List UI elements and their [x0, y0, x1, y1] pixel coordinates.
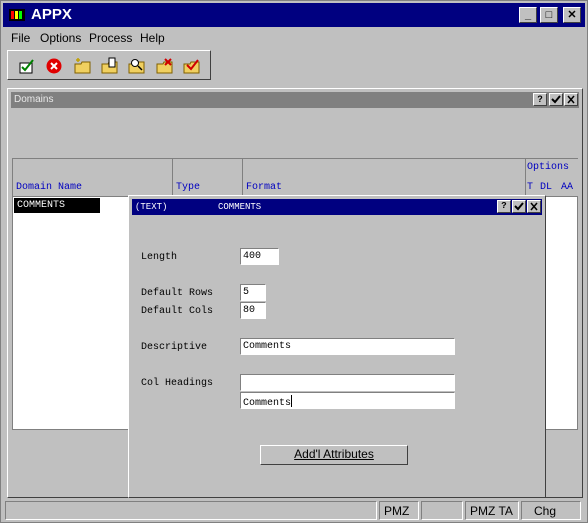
dialog-title-bar: (TEXT) COMMENTS ? — [132, 199, 542, 215]
folder-copy-icon[interactable] — [183, 57, 201, 75]
menu-help[interactable]: Help — [140, 31, 165, 45]
toolbar — [7, 50, 211, 80]
col-heading-field-1[interactable] — [240, 374, 455, 391]
text-domain-dialog: (TEXT) COMMENTS ? Length 400 Default Row… — [128, 195, 546, 498]
check-icon — [551, 95, 561, 104]
domains-ok-button[interactable] — [549, 93, 563, 106]
dialog-ok-button[interactable] — [512, 200, 526, 213]
text-cursor — [291, 395, 293, 407]
check-icon — [514, 202, 524, 211]
menu-bar: File Options Process Help — [3, 28, 585, 47]
close-button[interactable]: ✕ — [563, 7, 581, 23]
default-rows-field[interactable]: 5 — [240, 284, 266, 301]
col-heading-field-2-text: Comments — [243, 398, 292, 409]
col-format[interactable]: Format — [243, 158, 526, 196]
domains-title: Domains — [14, 94, 54, 105]
descriptive-field[interactable]: Comments — [240, 338, 455, 355]
folder-delete-icon[interactable] — [156, 57, 174, 75]
default-cols-field[interactable]: 80 — [240, 302, 266, 319]
appx-logo-icon — [9, 9, 25, 21]
minimize-button[interactable]: _ — [519, 7, 537, 23]
status-user: PMZ — [379, 501, 419, 520]
grid-header: Domain Name Type Format Options T DL AA — [12, 158, 578, 196]
app-window: APPX _ □ ✕ File Options Process Help Dom… — [0, 0, 588, 523]
domains-title-bar: Domains ? — [11, 92, 579, 108]
dialog-close-button[interactable] — [527, 200, 541, 213]
col-opt-aa: AA — [561, 182, 574, 193]
col-domain-name-label: Domain Name — [16, 182, 83, 193]
col-opt-t: T — [527, 182, 534, 193]
default-cols-label: Default Cols — [141, 306, 214, 317]
descriptive-label: Descriptive — [141, 342, 208, 353]
folder-edit-icon[interactable] — [101, 57, 119, 75]
addl-attributes-label: Add'l Attributes — [294, 447, 374, 461]
folder-search-icon[interactable] — [128, 57, 146, 75]
col-opt-dl: DL — [540, 182, 553, 193]
maximize-button[interactable]: □ — [540, 7, 558, 23]
minimize-icon: _ — [524, 9, 532, 21]
domains-close-button[interactable] — [564, 93, 578, 106]
length-field[interactable]: 400 — [240, 248, 279, 265]
close-icon — [530, 202, 538, 211]
col-heading-field-2[interactable]: Comments — [240, 392, 455, 409]
status-bar: PMZ PMZ TA Chg — [3, 500, 585, 521]
addl-attributes-button[interactable]: Add'l Attributes — [260, 445, 408, 465]
help-icon: ? — [501, 201, 507, 211]
length-label: Length — [141, 252, 178, 263]
default-rows-label: Default Rows — [141, 288, 214, 299]
maximize-icon: □ — [545, 9, 553, 21]
col-options-label: Options — [527, 162, 570, 173]
status-blank — [421, 501, 463, 520]
table-row[interactable]: COMMENTS — [14, 198, 100, 213]
col-options[interactable]: Options T DL AA — [526, 158, 578, 196]
col-format-label: Format — [246, 182, 283, 193]
menu-file[interactable]: File — [11, 31, 30, 45]
help-icon: ? — [537, 94, 543, 104]
col-type[interactable]: Type — [173, 158, 243, 196]
dialog-title-type: (TEXT) — [135, 202, 168, 212]
close-icon: ✕ — [567, 9, 577, 21]
dialog-title-name: COMMENTS — [218, 202, 262, 212]
ok-check-icon[interactable] — [18, 57, 36, 75]
domains-help-button[interactable]: ? — [533, 93, 547, 106]
dialog-help-button[interactable]: ? — [497, 200, 511, 213]
menu-process[interactable]: Process — [89, 31, 132, 45]
close-icon — [567, 95, 575, 104]
col-domain-name[interactable]: Domain Name — [12, 158, 173, 196]
col-type-label: Type — [176, 182, 201, 193]
status-mode: Chg — [521, 501, 581, 520]
new-folder-icon[interactable] — [74, 57, 92, 75]
cancel-icon[interactable] — [45, 57, 63, 75]
title-bar[interactable]: APPX _ □ ✕ — [3, 3, 585, 27]
menu-options[interactable]: Options — [40, 31, 81, 45]
status-message — [5, 501, 377, 520]
col-headings-label: Col Headings — [141, 378, 214, 389]
window-title: APPX — [31, 6, 72, 23]
status-app: PMZ TA — [465, 501, 519, 520]
